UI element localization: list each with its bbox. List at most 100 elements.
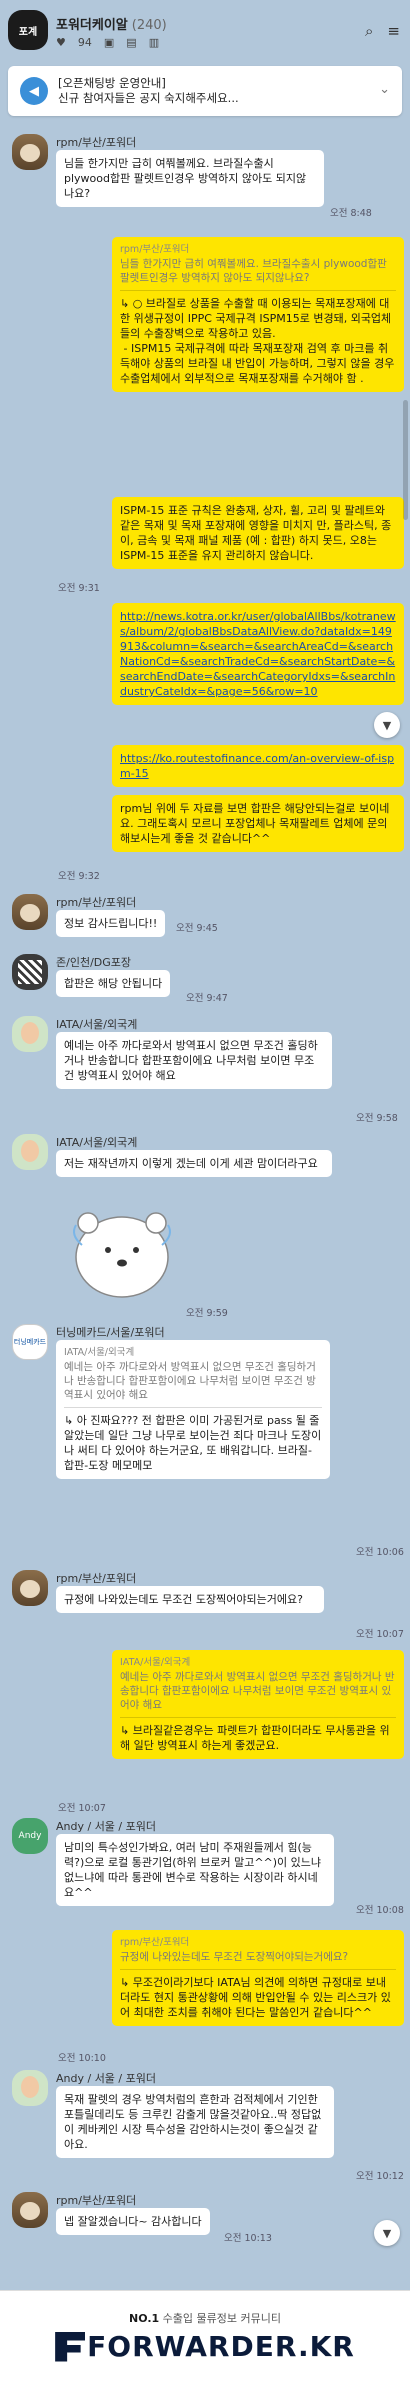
quote-text: 님들 한가지만 급히 여쭤볼께요. 브라질수출시 plywood합판 팔렛트인경… (120, 258, 387, 284)
message-bubble[interactable]: 목재 팔렛의 경우 방역처럼의 흔한과 검적체에서 기인한 포틀릴데리도 등 크… (56, 2086, 334, 2158)
megaphone-icon: ◀ (20, 77, 48, 105)
message-time: 오전 9:32 (58, 871, 100, 882)
message-time: 오전 10:07 (356, 1629, 404, 1640)
message-bubble[interactable]: ISPM-15 표준 규칙은 완충재, 상자, 휠, 고리 및 팔레트와 같은 … (112, 497, 404, 569)
message-bubble[interactable]: 합판은 해당 안됩니다 (56, 970, 171, 997)
avatar[interactable] (12, 2192, 48, 2228)
message-bubble[interactable]: 규정에 나와있는데도 무조건 도장찍어야되는거에요? (56, 1586, 324, 1613)
message-time: 오전 10:13 (224, 2233, 272, 2244)
footer-tagline-strong: NO.1 (129, 2312, 160, 2325)
reply-text: ↳ 브라질같은경우는 파렛트가 합판이더라도 무사통관을 위해 일단 방역표시 … (120, 1724, 390, 1752)
footer-tagline: NO.1 수출입 물류정보 커뮤니티 (129, 2310, 281, 2326)
reply-text: ↳ ○ 브라질로 상품을 수출할 때 이용되는 목재포장재에 대한 위생규정이 … (120, 297, 395, 385)
quote-sender: rpm/부산/포워더 (120, 1937, 190, 1948)
quote-sender: rpm/부산/포워더 (120, 244, 190, 255)
link-url[interactable]: http://news.kotra.or.kr/user/globalAllBb… (120, 610, 396, 698)
sender-name: rpm/부산/포워더 (56, 136, 137, 149)
message-time: 오전 10:07 (58, 1803, 106, 1814)
message-time: 오전 9:58 (356, 1113, 398, 1124)
message-time: 오전 10:08 (356, 1905, 404, 1916)
sender-name: IATA/서울/외국계 (56, 1018, 138, 1031)
calendar-icon[interactable]: ▤ (126, 36, 136, 49)
logo-text: FORWARDER.KR (87, 2330, 355, 2363)
message-bubble[interactable]: 남미의 특수성인가봐요, 여러 남미 주재원들께서 힘(능력?)으로 로컬 통관… (56, 1834, 334, 1906)
sender-name: 터닝메카드/서울/포워더 (56, 1326, 165, 1339)
avatar[interactable]: 터닝메카드 (12, 1324, 48, 1360)
message-time: 오전 10:06 (356, 1547, 404, 1558)
people-icon: ♥ (56, 36, 66, 49)
sender-name: IATA/서울/외국계 (56, 1136, 138, 1149)
chat-header: 포계 포워더케이알 (240) ♥ 94 ▣ ▤ ▥ ⌕ ≡ (0, 0, 410, 62)
quote-text: 규정에 나와있는데도 무조건 도장찍어야되는거에요? (120, 1951, 349, 1963)
header-actions: ⌕ ≡ (365, 22, 400, 40)
people-count: 94 (77, 36, 92, 49)
message-time: 오전 9:31 (58, 583, 100, 594)
message-bubble[interactable]: 님들 한가지만 급히 여쭤볼께요. 브라질수출시 plywood합판 팔렛트인경… (56, 150, 324, 207)
message-time: 오전 9:59 (186, 1308, 228, 1319)
reply-text: ↳ 아 진짜요??? 전 합판은 이미 가공된거로 pass 될 줄 알았는데 … (64, 1414, 322, 1472)
message-bubble[interactable]: 넵 잘알겠습니다~ 감사합니다 (56, 2208, 210, 2235)
message-bubble[interactable]: 저는 재작년까지 이렇게 겠는데 이게 세관 맘이더라구요 (56, 1150, 332, 1177)
header-meta: ♥ 94 ▣ ▤ ▥ (56, 36, 159, 49)
reply-quote: rpm/부산/포워더 규정에 나와있는데도 무조건 도장찍어야되는거에요? (120, 1936, 396, 1970)
room-title: 포워더케이알 (240) (56, 14, 167, 33)
quote-text: 예네는 아주 까다로와서 방역표시 없으면 무조건 홀딩하거나 반송합니다 합판… (64, 1361, 316, 1401)
sender-name: rpm/부산/포워더 (56, 1572, 137, 1585)
avatar[interactable] (12, 954, 48, 990)
message-time: 오전 8:48 (330, 208, 372, 219)
quote-sender: IATA/서울/외국계 (120, 1657, 191, 1668)
avatar[interactable] (12, 894, 48, 930)
sender-name: rpm/부산/포워더 (56, 2194, 137, 2207)
message-bubble[interactable]: 예네는 아주 까다로와서 방역표시 없으면 무조건 홀딩하거나 반송합니다 합판… (56, 1032, 332, 1089)
sender-name: Andy / 서울 / 포워더 (56, 1820, 156, 1833)
reply-text: ↳ 무조건이라기보다 IATA님 의견에 의하면 규정대로 보내더라도 현지 통… (120, 1976, 391, 2019)
message-bubble[interactable]: rpm/부산/포워더 님들 한가지만 급히 여쭤볼께요. 브라질수출시 plyw… (112, 237, 404, 392)
room-name: 포워더케이알 (56, 18, 128, 33)
reply-quote: IATA/서울/외국계 예네는 아주 까다로와서 방역표시 없으면 무조건 홀딩… (120, 1656, 396, 1718)
message-bubble[interactable]: IATA/서울/외국계 예네는 아주 까다로와서 방역표시 없으면 무조건 홀딩… (56, 1340, 330, 1479)
message-time: 오전 9:47 (186, 993, 228, 1004)
notice-banner[interactable]: ◀ [오픈채팅방 운영안내] 신규 참여자들은 공지 숙지해주세요... ⌄ (8, 66, 402, 116)
quote-text: 예네는 아주 까다로와서 방역표시 없으면 무조건 홀딩하거나 반송합니다 합판… (120, 1671, 395, 1711)
avatar[interactable] (12, 134, 48, 170)
notice-text: [오픈채팅방 운영안내] 신규 참여자들은 공지 숙지해주세요... (58, 76, 239, 106)
avatar[interactable] (12, 2070, 48, 2106)
drawer-icon[interactable]: ▣ (104, 36, 114, 49)
notice-line-1: [오픈채팅방 운영안내] (58, 76, 166, 90)
scrollbar[interactable] (403, 400, 408, 520)
sender-name: Andy / 서울 / 포워더 (56, 2072, 156, 2085)
chevron-down-icon[interactable]: ▼ (374, 712, 400, 738)
logo-mark-icon (55, 2331, 86, 2362)
message-bubble[interactable]: http://news.kotra.or.kr/user/globalAllBb… (112, 603, 404, 705)
reply-quote: IATA/서울/외국계 예네는 아주 까다로와서 방역표시 없으면 무조건 홀딩… (64, 1346, 322, 1408)
message-bubble[interactable]: IATA/서울/외국계 예네는 아주 까다로와서 방역표시 없으면 무조건 홀딩… (112, 1650, 404, 1759)
avatar[interactable]: Andy (12, 1818, 48, 1854)
notice-line-2: 신규 참여자들은 공지 숙지해주세요... (58, 91, 239, 105)
member-count: (240) (131, 18, 167, 33)
link-url[interactable]: https://ko.routestofinance.com/an-overvi… (120, 752, 394, 780)
image-icon[interactable]: ▥ (149, 36, 159, 49)
forwarder-logo[interactable]: FORWARDER.KR (55, 2330, 355, 2363)
message-time: 오전 9:45 (176, 923, 218, 934)
footer-tagline-text: 수출입 물류정보 커뮤니티 (162, 2312, 281, 2325)
message-time: 오전 10:10 (58, 2053, 106, 2064)
quote-sender: IATA/서울/외국계 (64, 1347, 135, 1358)
message-time: 오전 10:12 (356, 2171, 404, 2182)
message-bubble[interactable]: 정보 감사드립니다!! (56, 910, 166, 937)
sender-name: 존/인천/DG포장 (56, 956, 132, 969)
site-footer: NO.1 수출입 물류정보 커뮤니티 FORWARDER.KR (0, 2290, 410, 2382)
room-avatar[interactable]: 포계 (8, 10, 48, 50)
menu-icon[interactable]: ≡ (387, 22, 400, 40)
avatar[interactable] (12, 1134, 48, 1170)
avatar[interactable] (12, 1016, 48, 1052)
message-bubble[interactable]: rpm님 위에 두 자료를 보면 합판은 해당안되는걸로 보이네요. 그래도혹시… (112, 795, 404, 852)
chevron-down-icon[interactable]: ⌄ (379, 82, 390, 97)
avatar[interactable] (12, 1570, 48, 1606)
search-icon[interactable]: ⌕ (365, 22, 373, 40)
message-bubble[interactable]: rpm/부산/포워더 규정에 나와있는데도 무조건 도장찍어야되는거에요? ↳ … (112, 1930, 404, 2026)
reply-quote: rpm/부산/포워더 님들 한가지만 급히 여쭤볼께요. 브라질수출시 plyw… (120, 243, 396, 291)
sender-name: rpm/부산/포워더 (56, 896, 137, 909)
bear-sticker (73, 1212, 171, 1298)
message-bubble[interactable]: https://ko.routestofinance.com/an-overvi… (112, 745, 404, 787)
chevron-down-icon[interactable]: ▼ (374, 2220, 400, 2246)
